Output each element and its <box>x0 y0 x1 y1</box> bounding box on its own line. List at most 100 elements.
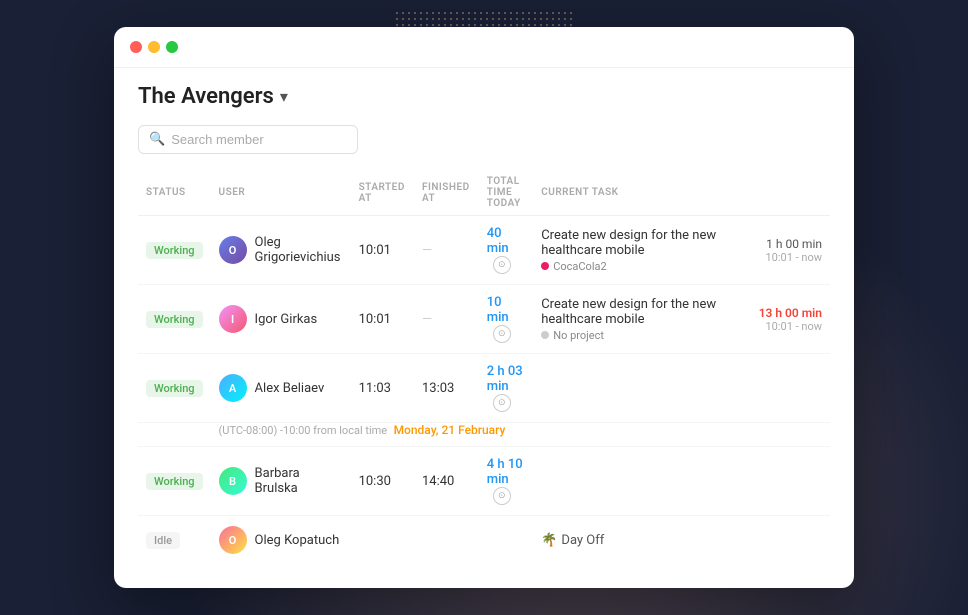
total-time-cell: 4 h 10 min⊙ <box>479 447 533 516</box>
user-cell: B Barbara Brulska <box>211 447 351 516</box>
date-label: Monday, 21 February <box>394 423 506 437</box>
user-cell: A Alex Beliaev <box>211 354 351 423</box>
total-time-value: 10 min <box>487 295 509 325</box>
task-cell <box>533 354 740 423</box>
search-bar: 🔍 <box>138 125 830 154</box>
user-name: Barbara Brulska <box>255 466 343 496</box>
time-right-value: 13 h 00 min <box>748 306 822 320</box>
avatar: A <box>219 374 247 402</box>
members-table: STATUS USER STARTED AT FINISHED AT TOTAL… <box>138 170 830 564</box>
user-name: Alex Beliaev <box>255 381 325 396</box>
project-dot <box>541 262 549 270</box>
status-cell: Idle <box>138 516 211 565</box>
time-right-cell <box>740 447 830 516</box>
table-row: WorkingBBarbara Brulska10:3014:404 h 10 … <box>138 447 830 516</box>
avatar: O <box>219 526 247 554</box>
avatar: I <box>219 305 247 333</box>
search-input[interactable] <box>171 132 347 147</box>
user-name: Oleg Grigorievichius <box>255 235 343 265</box>
timezone-cell: (UTC-08:00) -10:00 from local time Monda… <box>211 423 830 447</box>
clock-icon[interactable]: ⊙ <box>493 256 511 274</box>
timezone-note: (UTC-08:00) -10:00 from local time <box>219 424 388 437</box>
col-started: STARTED AT <box>351 170 414 216</box>
table-row: Idle O Oleg Kopatuch 🌴 Day Off <box>138 516 830 565</box>
total-time-value: 2 h 03 min <box>487 364 523 394</box>
project-name: No project <box>553 329 604 342</box>
user-cell: O Oleg Kopatuch <box>211 516 351 565</box>
time-range: 10:01 - now <box>748 320 822 333</box>
search-icon: 🔍 <box>149 132 165 147</box>
clock-icon[interactable]: ⊙ <box>493 325 511 343</box>
table-row: WorkingAAlex Beliaev11:0313:032 h 03 min… <box>138 354 830 423</box>
finished-cell: 14:40 <box>414 447 479 516</box>
started-cell <box>351 516 414 565</box>
time-right-value: 1 h 00 min <box>748 237 822 251</box>
started-cell: 10:01 <box>351 216 414 285</box>
day-off-label: Day Off <box>561 533 604 548</box>
status-badge: Working <box>146 311 203 328</box>
user-cell: I Igor Girkas <box>211 285 351 354</box>
page-header: The Avengers ▾ <box>138 84 830 109</box>
user-cell: O Oleg Grigorievichius <box>211 216 351 285</box>
col-time-right <box>740 170 830 216</box>
col-status: STATUS <box>138 170 211 216</box>
col-task: CURRENT TASK <box>533 170 740 216</box>
day-off: 🌴 Day Off <box>541 533 732 548</box>
total-time-cell <box>479 516 533 565</box>
table-row: Working O Oleg Grigorievichius 10:01 — 40 min… <box>138 216 830 285</box>
started-cell: 10:30 <box>351 447 414 516</box>
task-cell: 🌴 Day Off <box>533 516 740 565</box>
total-time-cell: 2 h 03 min⊙ <box>479 354 533 423</box>
status-cell: Working <box>138 216 211 285</box>
time-right-cell <box>740 516 830 565</box>
total-time-value: 40 min <box>487 226 509 256</box>
finished-cell: — <box>414 285 479 354</box>
dash-icon: — <box>422 243 432 258</box>
time-right-cell <box>740 354 830 423</box>
col-total: TOTAL TIME TODAY <box>479 170 533 216</box>
project-name: CocaCola2 <box>553 260 606 273</box>
col-user: USER <box>211 170 351 216</box>
task-cell: Create new design for the new healthcare… <box>533 285 740 354</box>
status-badge: Working <box>146 380 203 397</box>
time-right-cell: 13 h 00 min10:01 - now <box>740 285 830 354</box>
clock-icon[interactable]: ⊙ <box>493 394 511 412</box>
fullscreen-button[interactable] <box>166 41 178 53</box>
started-cell: 11:03 <box>351 354 414 423</box>
finished-cell: — <box>414 216 479 285</box>
avatar: B <box>219 467 247 495</box>
day-off-icon: 🌴 <box>541 533 557 548</box>
table-row: WorkingIIgor Girkas10:01—10 min⊙Create n… <box>138 285 830 354</box>
dash-icon: — <box>422 312 432 327</box>
col-finished: FINISHED AT <box>414 170 479 216</box>
user-name: Oleg Kopatuch <box>255 533 340 548</box>
task-name: Create new design for the new healthcare… <box>541 228 732 258</box>
started-cell: 10:01 <box>351 285 414 354</box>
status-badge: Working <box>146 473 203 490</box>
traffic-lights <box>130 41 178 53</box>
table-header: STATUS USER STARTED AT FINISHED AT TOTAL… <box>138 170 830 216</box>
status-cell: Working <box>138 354 211 423</box>
title-bar <box>114 27 854 68</box>
avatar: O <box>219 236 247 264</box>
time-right-cell: 1 h 00 min10:01 - now <box>740 216 830 285</box>
status-cell: Working <box>138 447 211 516</box>
task-cell: Create new design for the new healthcare… <box>533 216 740 285</box>
close-button[interactable] <box>130 41 142 53</box>
chevron-down-icon[interactable]: ▾ <box>280 87 288 106</box>
app-window: The Avengers ▾ 🔍 STATUS USER STARTED AT … <box>114 27 854 588</box>
total-time-cell: 10 min⊙ <box>479 285 533 354</box>
finished-cell <box>414 516 479 565</box>
user-name: Igor Girkas <box>255 312 318 327</box>
clock-icon[interactable]: ⊙ <box>493 487 511 505</box>
status-cell: Working <box>138 285 211 354</box>
time-range: 10:01 - now <box>748 251 822 264</box>
finished-cell: 13:03 <box>414 354 479 423</box>
total-time-cell: 40 min⊙ <box>479 216 533 285</box>
minimize-button[interactable] <box>148 41 160 53</box>
status-badge: Working <box>146 242 203 259</box>
search-input-wrapper[interactable]: 🔍 <box>138 125 358 154</box>
total-time-value: 4 h 10 min <box>487 457 523 487</box>
table-body: Working O Oleg Grigorievichius 10:01 — 40 min… <box>138 216 830 565</box>
status-badge: Idle <box>146 532 180 549</box>
